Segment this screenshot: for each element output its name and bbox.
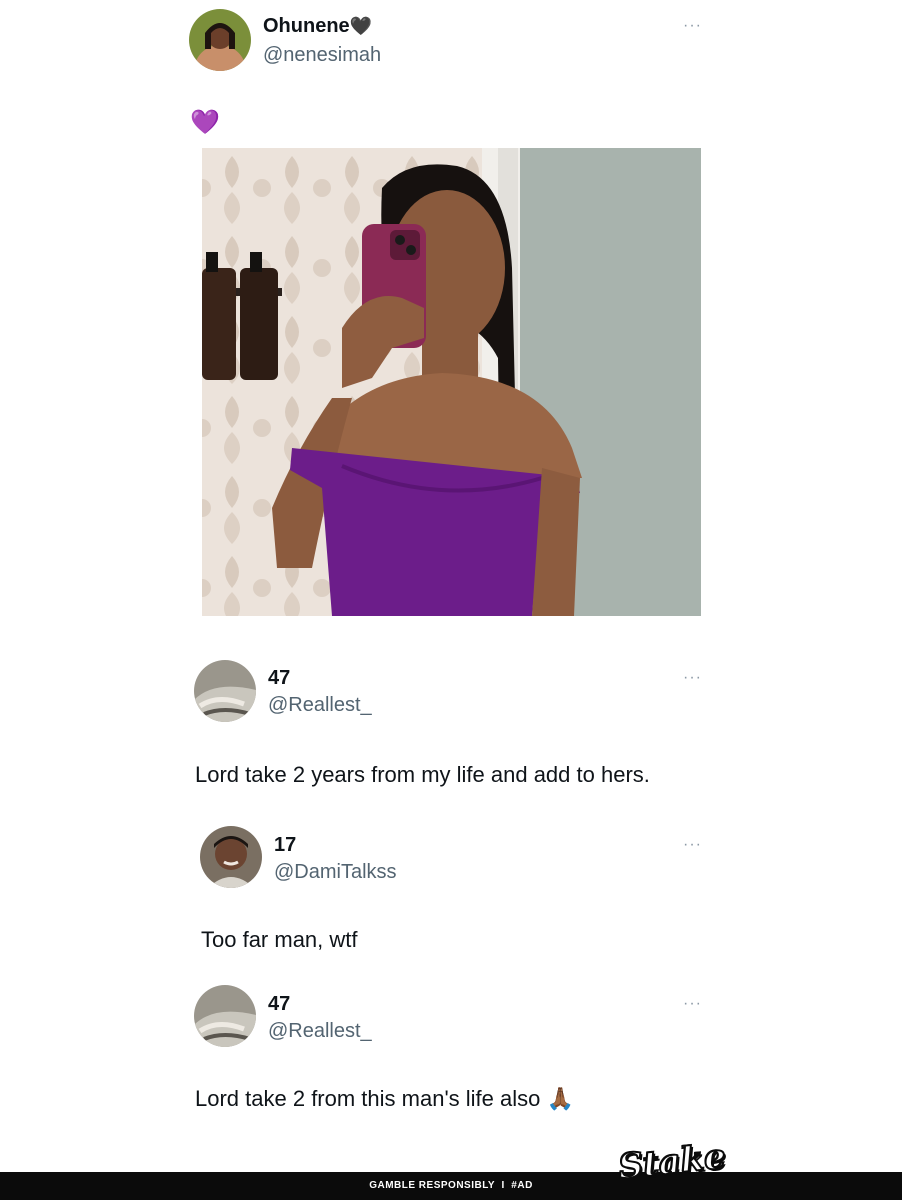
ad-disclaimer: GAMBLE RESPONSIBLY I #AD: [369, 1180, 533, 1191]
reply-text: Too far man, wtf: [201, 927, 358, 952]
reply-name[interactable]: 17: [274, 834, 296, 857]
reply-text-content: Lord take 2 from this man's life also: [195, 1086, 541, 1111]
reply-handle[interactable]: @DamiTalkss: [274, 861, 397, 884]
reply-avatar[interactable]: [194, 985, 256, 1047]
author-name[interactable]: Ohunene🖤: [263, 15, 372, 38]
reply-avatar[interactable]: [194, 660, 256, 722]
reply-text: Lord take 2 from this man's life also 🙏🏾: [195, 1086, 574, 1112]
reply-text: Lord take 2 years from my life and add t…: [195, 762, 650, 787]
author-handle[interactable]: @nenesimah: [263, 44, 381, 67]
black-heart-icon: 🖤: [349, 16, 373, 36]
more-options-icon[interactable]: ···: [683, 836, 702, 854]
reply-name[interactable]: 47: [268, 993, 290, 1016]
more-options-icon[interactable]: ···: [683, 669, 702, 687]
praying-hands-emoji: 🙏🏾: [546, 1086, 574, 1111]
author-avatar[interactable]: [189, 9, 251, 71]
reply-handle[interactable]: @Reallest_: [268, 694, 372, 717]
more-options-icon[interactable]: ···: [683, 17, 702, 35]
stake-logo-text: Stake: [615, 1135, 728, 1188]
reply-avatar[interactable]: [200, 826, 262, 888]
post-image[interactable]: [202, 148, 701, 616]
reply-name[interactable]: 47: [268, 667, 290, 690]
stake-logo[interactable]: Stake: [613, 1128, 730, 1195]
more-options-icon[interactable]: ···: [683, 995, 702, 1013]
reply-handle[interactable]: @Reallest_: [268, 1020, 372, 1043]
purple-heart-emoji: 💜: [190, 109, 220, 136]
ad-bar[interactable]: GAMBLE RESPONSIBLY I #AD: [0, 1172, 902, 1200]
